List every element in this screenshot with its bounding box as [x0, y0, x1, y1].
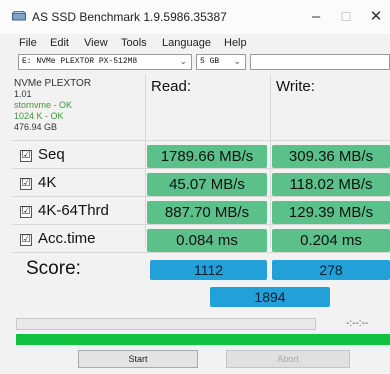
seq-read-value: 1789.66 MB/s — [147, 145, 267, 168]
seq-write-value: 309.36 MB/s — [272, 145, 390, 168]
title-bar: AS SSD Benchmark 1.9.5986.35387 – ☐ ✕ — [0, 0, 390, 34]
4k64-read-value: 887.70 MB/s — [147, 201, 267, 224]
menu-help[interactable]: Help — [224, 37, 247, 49]
drive-driver-status: stornvme - OK — [14, 100, 73, 110]
maximize-button[interactable]: ☐ — [331, 6, 361, 28]
menu-file[interactable]: File — [19, 37, 37, 49]
drive-select-value: E: NVMe PLEXTOR PX-512M8 — [22, 57, 138, 66]
menu-edit[interactable]: Edit — [50, 37, 69, 49]
score-label: Score: — [26, 258, 81, 279]
chevron-down-icon: ⌄ — [233, 57, 241, 67]
start-button[interactable]: Start — [78, 350, 198, 368]
close-button[interactable]: ✕ — [361, 6, 390, 28]
score-read: 1112 — [150, 260, 267, 280]
4k-read-value: 45.07 MB/s — [147, 173, 267, 196]
size-select[interactable]: 5 GB ⌄ — [196, 54, 246, 70]
divider — [12, 140, 390, 141]
divider — [12, 224, 390, 225]
divider — [12, 196, 390, 197]
seq-label: Seq — [38, 146, 65, 163]
menu-bar: File Edit View Tools Language Help — [0, 36, 390, 52]
divider — [145, 74, 146, 248]
drive-firmware: 1.01 — [14, 89, 32, 99]
4k64-checkbox[interactable]: ☑ — [20, 206, 32, 218]
acctime-read-value: 0.084 ms — [147, 229, 267, 252]
drive-select[interactable]: E: NVMe PLEXTOR PX-512M8 ⌄ — [18, 54, 192, 70]
drive-alignment-status: 1024 K - OK — [14, 111, 64, 121]
status-bar — [16, 334, 390, 345]
size-select-value: 5 GB — [200, 57, 220, 66]
divider — [12, 252, 390, 253]
4k-write-value: 118.02 MB/s — [272, 173, 390, 196]
write-column-header: Write: — [276, 78, 315, 95]
drive-info: NVMe PLEXTOR 1.01 stornvme - OK 1024 K -… — [14, 78, 91, 133]
4k64-write-value: 129.39 MB/s — [272, 201, 390, 224]
drive-capacity: 476.94 GB — [14, 122, 58, 132]
score-total: 1894 — [210, 287, 330, 307]
chevron-down-icon: ⌄ — [179, 57, 187, 67]
elapsed-time: -:--:-- — [346, 318, 369, 329]
divider — [12, 168, 390, 169]
acctime-checkbox[interactable]: ☑ — [20, 234, 32, 246]
acctime-write-value: 0.204 ms — [272, 229, 390, 252]
menu-tools[interactable]: Tools — [121, 37, 147, 49]
menu-view[interactable]: View — [84, 37, 108, 49]
menu-language[interactable]: Language — [162, 37, 211, 49]
4k-checkbox[interactable]: ☑ — [20, 178, 32, 190]
drive-name: NVMe PLEXTOR — [14, 78, 92, 89]
blank-field[interactable] — [250, 54, 390, 70]
app-drive-icon — [12, 11, 26, 21]
app-window: AS SSD Benchmark 1.9.5986.35387 – ☐ ✕ Fi… — [0, 0, 390, 374]
abort-button[interactable]: Abort — [226, 350, 350, 368]
4k-label: 4K — [38, 174, 57, 191]
window-title: AS SSD Benchmark 1.9.5986.35387 — [32, 10, 227, 24]
read-column-header: Read: — [151, 78, 192, 95]
minimize-button[interactable]: – — [301, 6, 331, 28]
4k64-label: 4K-64Thrd — [38, 202, 109, 219]
seq-checkbox[interactable]: ☑ — [20, 150, 32, 162]
score-write: 278 — [272, 260, 390, 280]
progress-bar — [16, 318, 316, 330]
divider — [270, 74, 271, 248]
acctime-label: Acc.time — [38, 230, 96, 247]
